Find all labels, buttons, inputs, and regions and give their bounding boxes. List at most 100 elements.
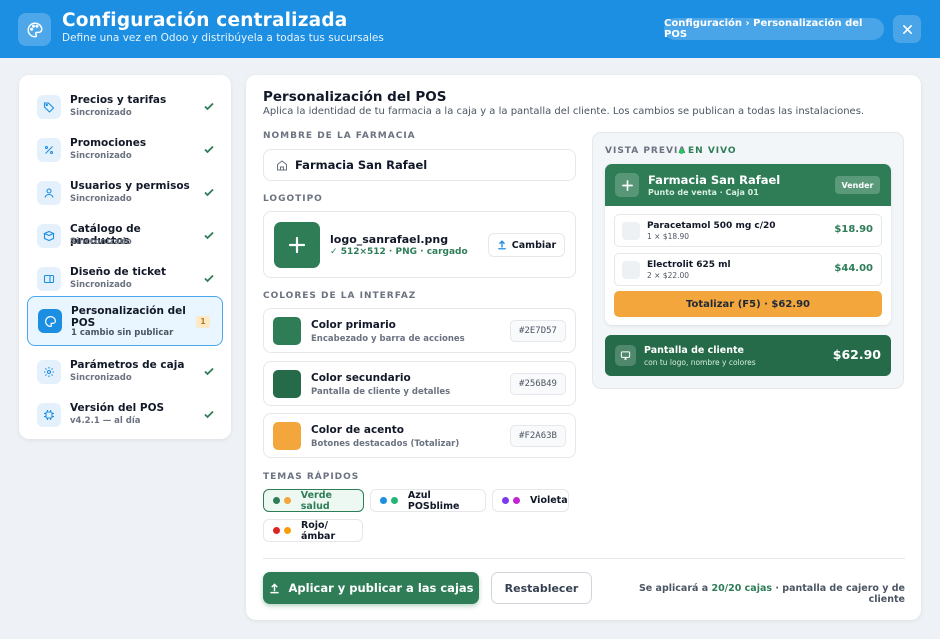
order-line-qty: 2 × $22.00 <box>647 271 690 280</box>
customer-display-sub: con tu logo, nombre y colores <box>644 358 756 367</box>
logo-preview[interactable] <box>274 222 320 268</box>
color-dot <box>390 497 398 504</box>
product-thumbnail <box>622 261 640 279</box>
plus-icon <box>288 236 306 254</box>
box-icon <box>37 224 61 248</box>
color-dot <box>283 497 291 504</box>
page-title: Configuración centralizada <box>62 10 348 31</box>
check-icon <box>204 102 214 111</box>
apply-publish-button[interactable]: Aplicar y publicar a las cajas <box>263 572 479 604</box>
gear-icon <box>37 360 61 384</box>
sidebar-item-status: Sincronizado <box>70 373 132 383</box>
sidebar-item-caja[interactable]: Parámetros de caja Sincronizado <box>27 351 223 393</box>
palette-icon <box>18 13 51 46</box>
color-hex-input[interactable]: #2E7D57 <box>510 320 566 342</box>
store-name-value: Farmacia San Rafael <box>295 158 428 172</box>
theme-azul-posblime[interactable]: Azul POSblime <box>370 489 486 512</box>
palette-icon <box>38 309 62 333</box>
theme-verde-salud[interactable]: Verde salud <box>263 489 364 512</box>
color-name: Color de acento <box>311 424 404 436</box>
unpublished-badge: 1 <box>196 316 210 328</box>
sidebar-item-status: Sincronizado <box>70 151 132 161</box>
upload-icon <box>498 240 506 250</box>
apply-note-count: 20/20 cajas <box>711 583 773 594</box>
theme-violeta[interactable]: Violeta <box>492 489 569 512</box>
sidebar-item-catalogo[interactable]: Catálogo de productos Sincronizado <box>27 215 223 257</box>
change-logo-label: Cambiar <box>511 239 557 251</box>
product-thumbnail <box>622 222 640 240</box>
check-icon: ✓ <box>330 247 341 257</box>
store-name-field[interactable]: Farmacia San Rafael <box>263 149 576 181</box>
main-panel: Personalización del POS Aplica la identi… <box>246 75 921 620</box>
monitor-icon <box>615 345 636 366</box>
plus-icon <box>615 173 639 197</box>
sidebar-item-label: Promociones <box>70 137 147 149</box>
sidebar-item-status: v4.2.1 — al día <box>70 416 141 426</box>
sidebar-item-label: Diseño de ticket <box>70 266 167 278</box>
apply-publish-label: Aplicar y publicar a las cajas <box>288 581 474 595</box>
color-dot <box>273 527 280 534</box>
color-row-primary: Color primario Encabezado y barra de acc… <box>263 308 576 353</box>
logo-field: logo_sanrafael.png ✓ 512×512 · PNG · car… <box>263 211 576 278</box>
sidebar-item-status: 1 cambio sin publicar <box>71 328 174 338</box>
sidebar-item-label: Versión del POS <box>70 402 165 414</box>
theme-rojo-ambar[interactable]: Rojo/ámbar <box>263 519 363 542</box>
color-hex-input[interactable]: #F2A63B <box>510 425 566 447</box>
sidebar-item-status: Sincronizado <box>70 194 132 204</box>
live-indicator: EN VIVO <box>679 146 737 156</box>
color-name: Color primario <box>311 319 396 331</box>
color-dot <box>273 497 280 504</box>
sidebar-item-promociones[interactable]: Promociones Sincronizado <box>27 129 223 171</box>
sidebar-item-ticket[interactable]: Diseño de ticket Sincronizado <box>27 258 223 300</box>
color-swatch-accent[interactable] <box>273 422 301 450</box>
order-line: Electrolit 625 ml 2 × $22.00 $44.00 <box>614 253 882 286</box>
sidebar-item-label: Parámetros de caja <box>70 359 185 371</box>
live-dot <box>679 148 684 154</box>
theme-label: Verde salud <box>300 489 332 512</box>
sidebar-item-personalizacion[interactable]: Personalización del POS 1 cambio sin pub… <box>27 296 223 346</box>
divider <box>263 558 905 559</box>
color-dot <box>283 527 291 534</box>
chip-icon <box>37 403 61 427</box>
color-swatch-secondary[interactable] <box>273 370 301 398</box>
theme-label: Rojo/ámbar <box>300 519 336 542</box>
color-row-accent: Color de acento Botones destacados (Tota… <box>263 413 576 458</box>
check-icon <box>204 367 214 376</box>
check-icon <box>204 410 214 419</box>
color-hex-input[interactable]: #256B49 <box>510 373 566 395</box>
order-line-price: $44.00 <box>834 263 873 274</box>
pos-store-name: Farmacia San Rafael <box>648 173 781 187</box>
sidebar-item-status: Sincronizado <box>70 108 132 118</box>
customer-display-title: Pantalla de cliente <box>644 345 744 356</box>
sidebar-item-version[interactable]: Versión del POS v4.2.1 — al día <box>27 394 223 436</box>
check-icon <box>204 231 214 240</box>
sidebar-item-usuarios[interactable]: Usuarios y permisos Sincronizado <box>27 172 223 214</box>
theme-label: Violeta <box>530 495 568 506</box>
color-row-secondary: Color secundario Pantalla de cliente y d… <box>263 361 576 406</box>
check-icon <box>204 274 214 283</box>
color-desc: Encabezado y barra de acciones <box>311 334 465 344</box>
reset-button[interactable]: Restablecer <box>491 572 592 604</box>
live-preview: VISTA PREVIA EN VIVO Farmacia San Rafael… <box>592 132 904 389</box>
order-line-price: $18.90 <box>834 224 873 235</box>
pos-header: Farmacia San Rafael Punto de venta · Caj… <box>605 164 891 206</box>
customer-display-amount: $62.90 <box>832 347 881 362</box>
order-line-item: Paracetamol 500 mg c/20 <box>647 221 776 231</box>
color-dot <box>513 497 520 504</box>
logo-label: LOGOTIPO <box>263 194 323 204</box>
color-name: Color secundario <box>311 372 411 384</box>
color-swatch-primary[interactable] <box>273 317 301 345</box>
color-dot <box>380 497 387 504</box>
color-desc: Pantalla de cliente y detalles <box>311 387 451 397</box>
order-line: Paracetamol 500 mg c/20 1 × $18.90 $18.9… <box>614 214 882 247</box>
app-header: Configuración centralizada Define una ve… <box>0 0 940 58</box>
section-description: Aplica la identidad de tu farmacia a la … <box>263 106 865 117</box>
sell-button: Vender <box>835 176 880 194</box>
sidebar-item-precios[interactable]: Precios y tarifas Sincronizado <box>27 86 223 128</box>
theme-label: Azul POSblime <box>407 489 460 512</box>
logo-filename: logo_sanrafael.png <box>330 233 449 246</box>
close-button[interactable] <box>893 15 921 43</box>
breadcrumb[interactable]: Configuración › Personalización del POS <box>664 18 884 40</box>
change-logo-button[interactable]: Cambiar <box>488 233 565 257</box>
tag-icon <box>37 95 61 119</box>
